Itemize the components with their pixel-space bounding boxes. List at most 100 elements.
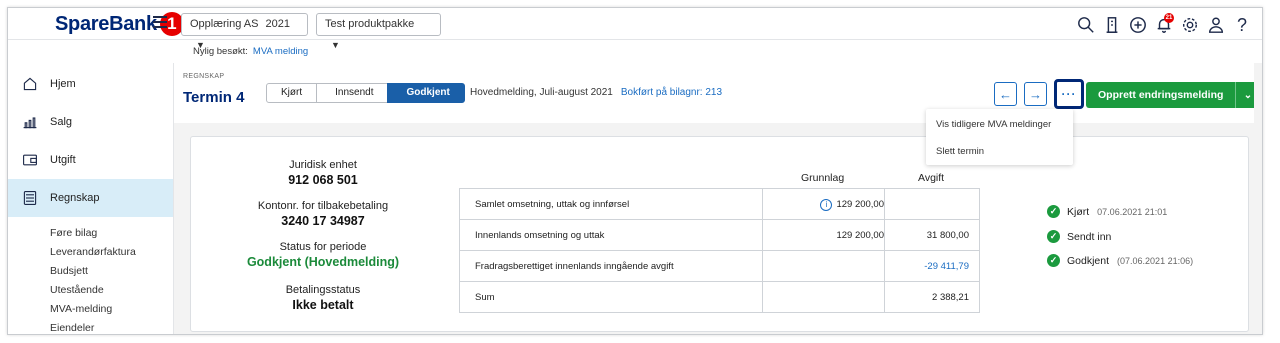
search-icon[interactable]	[1074, 13, 1098, 37]
sidebar-subitem-leverandorfaktura[interactable]: Leverandørfaktura	[50, 246, 136, 258]
timeline-time: 07.06.2021 21:01	[1097, 206, 1168, 217]
column-header-grunnlag: Grunnlag	[801, 172, 845, 184]
timeline-label: Sendt inn	[1067, 230, 1112, 243]
timeline-label: Godkjent	[1067, 254, 1110, 267]
recently-visited: Nylig besøkt: MVA melding	[193, 46, 308, 57]
arrow-right-icon: →	[1029, 86, 1042, 102]
check-icon: ✓	[1047, 205, 1060, 218]
menu-item-delete-term[interactable]: Slett termin	[936, 146, 984, 157]
info-icon[interactable]: i	[820, 199, 833, 211]
recently-visited-link[interactable]: MVA melding	[253, 46, 308, 57]
vat-table: Samlet omsetning, uttak og innførsel i 12…	[459, 188, 980, 313]
table-row: Innenlands omsetning og uttak 129 200,00…	[460, 220, 979, 251]
calculator-icon	[23, 191, 37, 205]
step-godkjent: Godkjent	[387, 83, 465, 103]
sidebar-item-label: Utgift	[50, 154, 76, 166]
sidebar-subitem-mva-melding[interactable]: MVA-melding	[50, 303, 112, 315]
company-select[interactable]: Opplæring AS 2021 ▼	[181, 13, 308, 50]
legal-entity-label: Juridisk enhet	[289, 159, 357, 171]
sidebar-item-label: Regnskap	[50, 192, 100, 204]
row-avgift: 31 800,00	[926, 230, 969, 241]
step-innsendt: Innsendt	[316, 83, 389, 103]
sidebar-subitem-eiendeler[interactable]: Eiendeler	[50, 322, 94, 334]
sidebar-subitem-utestaende[interactable]: Utestående	[50, 284, 104, 296]
main-content: REGNSKAP Termin 4 Kjørt Innsendt Godkjen…	[174, 63, 1262, 334]
create-amendment-label: Opprett endringsmelding	[1098, 89, 1224, 101]
app-window: SpareBank 1 Opplæring AS 2021 ▼ Test pro…	[7, 7, 1263, 335]
row-avgift: 2 388,21	[932, 292, 969, 303]
period-meta: Hovedmelding, Juli-august 2021 Bokført på…	[470, 87, 722, 98]
recently-visited-label: Nylig besøkt:	[193, 46, 248, 57]
refund-account-label: Kontonr. for tilbakebetaling	[257, 200, 389, 212]
timeline-item: ✓ Kjørt 07.06.2021 21:01	[1047, 205, 1167, 218]
logo-text: SpareBank	[55, 12, 157, 35]
next-button[interactable]: →	[1024, 82, 1047, 106]
table-row: Samlet omsetning, uttak og innførsel i 12…	[460, 189, 979, 220]
topbar: SpareBank 1 Opplæring AS 2021 ▼ Test pro…	[8, 8, 1262, 50]
status-stepper: Kjørt Innsendt Godkjent	[266, 83, 465, 103]
row-label: Fradragsberettiget innenlands inngående …	[475, 261, 674, 272]
timeline-time: (07.06.2021 21:06)	[1117, 255, 1194, 266]
page-header: REGNSKAP Termin 4 Kjørt Innsendt Godkjen…	[174, 63, 1262, 123]
gear-icon[interactable]	[1178, 13, 1202, 37]
row-avgift[interactable]: -29 411,79	[924, 261, 969, 272]
row-label: Innenlands omsetning og uttak	[475, 230, 605, 241]
more-options-menu: Vis tidligere MVA meldinger Slett termin	[926, 109, 1073, 165]
scrollbar[interactable]	[1254, 63, 1262, 334]
home-icon	[23, 77, 37, 91]
row-label: Samlet omsetning, uttak og innførsel	[475, 199, 630, 210]
breadcrumb: REGNSKAP	[183, 73, 225, 80]
voucher-link[interactable]: Bokført på bilagnr: 213	[621, 87, 722, 98]
refund-account: Kontonr. for tilbakebetaling 3240 17 349…	[233, 200, 413, 228]
menu-icon[interactable]	[153, 16, 167, 28]
table-row: Fradragsberettiget innenlands inngående …	[460, 251, 979, 282]
previous-button[interactable]: ←	[994, 82, 1017, 106]
summary-card: Juridisk enhet 912 068 501 Kontonr. for …	[190, 136, 1249, 332]
menu-item-previous-vat[interactable]: Vis tidligere MVA meldinger	[936, 119, 1051, 130]
add-circle-icon[interactable]	[1126, 13, 1150, 37]
top-icons: 21 ?	[1074, 13, 1254, 37]
row-grunnlag: i 129 200,00	[820, 199, 884, 211]
sidebar-item-regnskap[interactable]: Regnskap	[8, 179, 173, 217]
help-icon[interactable]: ?	[1230, 13, 1254, 37]
period-status-label: Status for periode	[279, 241, 367, 253]
column-header-avgift: Avgift	[918, 172, 945, 184]
sidebar-item-hjem[interactable]: Hjem	[8, 65, 173, 103]
sidebar: Hjem Salg Utgift Regnskap Føre bilag Lev…	[8, 63, 174, 334]
chart-icon	[23, 117, 37, 129]
page-title: Termin 4	[183, 89, 245, 106]
chevron-down-icon: ▼	[331, 40, 340, 50]
legal-entity-value: 912 068 501	[288, 173, 358, 187]
timeline-item: ✓ Godkjent (07.06.2021 21:06)	[1047, 254, 1193, 267]
payment-status-value: Ikke betalt	[292, 298, 354, 312]
sidebar-item-salg[interactable]: Salg	[8, 103, 173, 141]
check-icon: ✓	[1047, 254, 1060, 267]
table-row: Sum 2 388,21	[460, 282, 979, 313]
create-amendment-button[interactable]: Opprett endringsmelding ⌄	[1086, 82, 1260, 108]
step-kjort: Kjørt	[266, 83, 318, 103]
period-description: Hovedmelding, Juli-august 2021	[470, 87, 613, 98]
sidebar-item-utgift[interactable]: Utgift	[8, 141, 173, 179]
company-name: Opplæring AS	[190, 18, 259, 30]
sidebar-item-label: Hjem	[50, 78, 76, 90]
payment-status: Betalingsstatus Ikke betalt	[233, 284, 413, 312]
wallet-icon	[23, 154, 37, 166]
timeline-item: ✓ Sendt inn	[1047, 230, 1119, 243]
notification-badge: 21	[1164, 13, 1174, 23]
bell-icon[interactable]: 21	[1152, 13, 1176, 37]
arrow-left-icon: ←	[999, 86, 1012, 102]
period-status: Status for periode Godkjent (Hovedmeldin…	[233, 241, 413, 269]
package-name: Test produktpakke	[325, 18, 415, 30]
refund-account-value: 3240 17 34987	[281, 214, 365, 228]
period-status-value: Godkjent (Hovedmelding)	[246, 255, 400, 269]
user-icon[interactable]	[1204, 13, 1228, 37]
sidebar-subitem-budsjett[interactable]: Budsjett	[50, 265, 88, 277]
sidebar-subitem-fore-bilag[interactable]: Føre bilag	[50, 227, 97, 239]
more-options-button[interactable]: ···	[1054, 79, 1084, 109]
row-grunnlag: 129 200,00	[836, 230, 884, 241]
package-select[interactable]: Test produktpakke ▼	[316, 13, 441, 50]
building-icon[interactable]	[1100, 13, 1124, 37]
sidebar-item-label: Salg	[50, 116, 73, 128]
timeline-label: Kjørt	[1067, 205, 1090, 218]
company-year: 2021	[265, 18, 291, 30]
